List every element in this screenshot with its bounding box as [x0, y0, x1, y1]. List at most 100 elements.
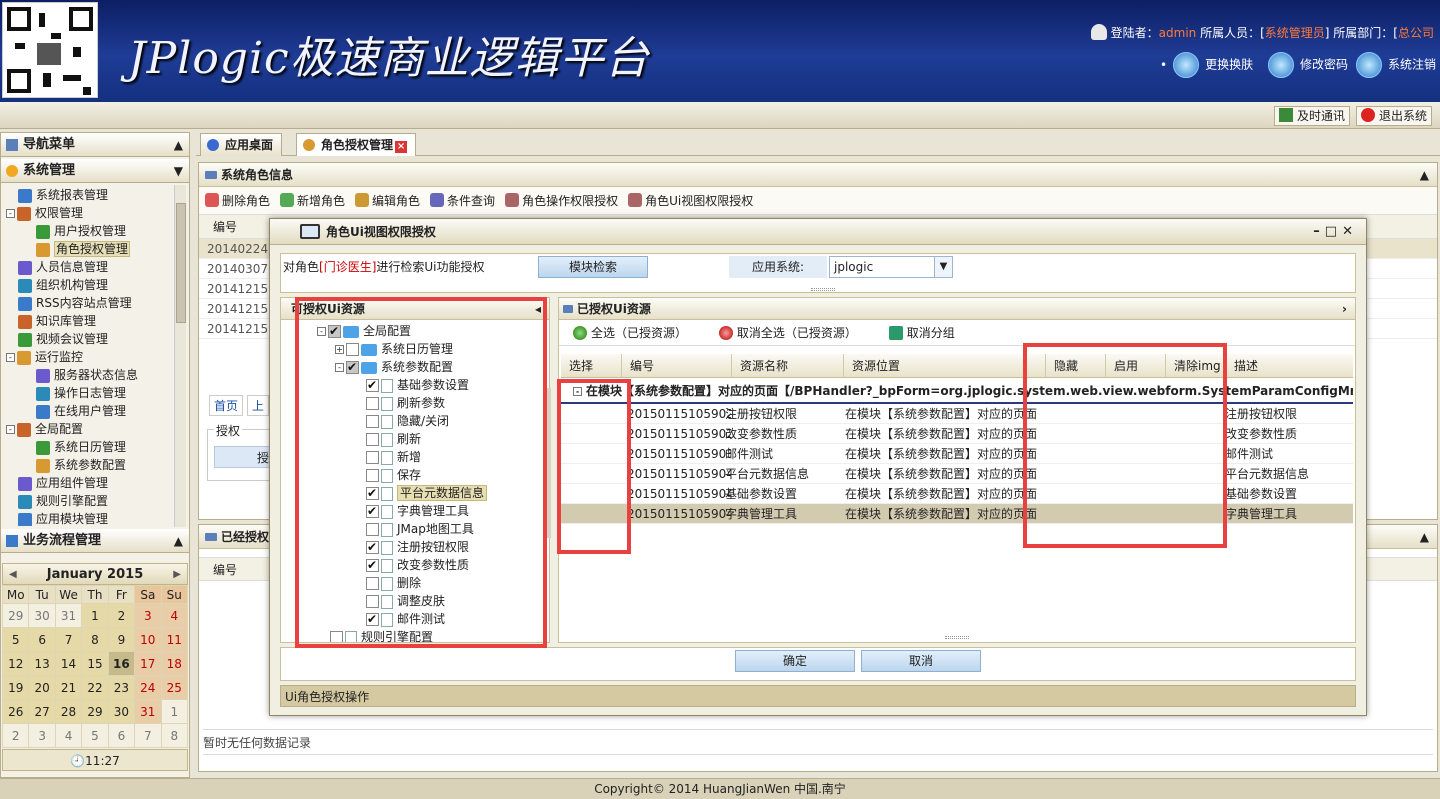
calendar-day[interactable]: 25	[160, 675, 189, 700]
sidebar-item[interactable]: 操作日志管理	[2, 384, 186, 402]
deselect-all-button[interactable]: 取消全选（已授资源）	[718, 320, 871, 346]
node-checkbox[interactable]	[366, 556, 379, 574]
system-select[interactable]: jplogic ▼	[829, 256, 953, 278]
ok-button[interactable]: 确定	[735, 650, 855, 672]
calendar-day[interactable]: 31	[54, 603, 83, 628]
available-tree-node[interactable]: 刷新参数	[283, 394, 533, 412]
calendar-day[interactable]: 20	[28, 675, 56, 700]
granted-grid-row[interactable]: 20150115105902 改变参数性质 在模块【系统参数配置】对应的页面 改变参数…	[561, 424, 1353, 444]
node-checkbox[interactable]	[346, 358, 359, 376]
sidebar-item[interactable]: 应用组件管理	[2, 474, 186, 492]
grid-col-header[interactable]: 选择	[561, 354, 593, 378]
available-tree-node[interactable]: 删除	[283, 574, 533, 592]
calendar-day[interactable]: 27	[28, 699, 56, 724]
calendar-day[interactable]: 24	[134, 675, 162, 700]
calendar-day[interactable]: 13	[28, 651, 56, 676]
grid-col-header[interactable]: 编号	[621, 354, 654, 378]
pager-first[interactable]: 首页	[209, 395, 244, 416]
calendar-day[interactable]: 7	[134, 723, 162, 748]
nav-menu-header[interactable]: 导航菜单 ▲	[1, 133, 189, 157]
available-tree-node[interactable]: 隐藏/关闭	[283, 412, 533, 430]
node-checkbox[interactable]	[366, 484, 379, 502]
available-scrollbar[interactable]	[543, 388, 551, 538]
node-checkbox[interactable]	[366, 415, 379, 428]
calendar-day[interactable]: 28	[54, 699, 83, 724]
calendar-day[interactable]: 10	[134, 627, 162, 652]
ungroup-button[interactable]: 取消分组	[888, 320, 969, 346]
edit-role-button[interactable]: 编辑角色	[355, 187, 420, 215]
calendar-day[interactable]: 12	[1, 651, 30, 676]
calendar-day[interactable]: 2	[1, 723, 30, 748]
available-tree-node[interactable]: + 系统日历管理	[283, 340, 533, 358]
sidebar-item[interactable]: 系统参数配置	[2, 456, 186, 474]
instant-message-button[interactable]: 及时通讯	[1274, 106, 1351, 126]
change-skin-button[interactable]: • 更换换肤	[1160, 52, 1253, 78]
sidebar-item[interactable]: 规则引擎配置	[2, 492, 186, 510]
next-month-icon[interactable]: ▶	[173, 564, 181, 586]
calendar-day[interactable]: 15	[81, 651, 109, 676]
minimize-icon[interactable]: –	[1313, 224, 1325, 239]
sidebar-item[interactable]: 应用模块管理	[2, 510, 186, 526]
available-tree-node[interactable]: 刷新	[283, 430, 533, 448]
calendar-day[interactable]: 29	[81, 699, 109, 724]
select-all-button[interactable]: 全选（已授资源）	[573, 320, 701, 346]
available-tree-node[interactable]: - 系统参数配置	[283, 358, 533, 376]
sidebar-item[interactable]: 知识库管理	[2, 312, 186, 330]
splitter-handle[interactable]	[945, 636, 969, 639]
node-checkbox[interactable]	[366, 610, 379, 628]
exit-system-button[interactable]: 退出系统	[1356, 106, 1433, 126]
tab-role-auth[interactable]: 角色授权管理 ×	[296, 133, 417, 156]
expand-toggle-icon[interactable]: -	[6, 209, 15, 218]
available-tree-node[interactable]: 邮件测试	[283, 610, 533, 628]
chevron-up-icon[interactable]: ▲	[1420, 525, 1429, 549]
calendar-day[interactable]: 3	[134, 603, 162, 628]
workflow-header[interactable]: 业务流程管理 ▲	[1, 529, 189, 553]
node-checkbox[interactable]	[346, 343, 359, 356]
role-op-auth-button[interactable]: 角色操作权限授权	[505, 187, 618, 215]
calendar-month-label[interactable]: January 2015	[47, 567, 143, 582]
available-tree-node[interactable]: 注册按钮权限	[283, 538, 533, 556]
sidebar-item[interactable]: 组织机构管理	[2, 276, 186, 294]
auth-button[interactable]: 授	[214, 446, 274, 468]
calendar-day[interactable]: 7	[54, 627, 83, 652]
sidebar-item[interactable]: 角色授权管理	[2, 240, 186, 258]
calendar-day[interactable]: 16	[107, 651, 136, 676]
sidebar-item[interactable]: 系统日历管理	[2, 438, 186, 456]
calendar-day[interactable]: 29	[1, 603, 30, 628]
sidebar-item[interactable]: 系统报表管理	[2, 186, 186, 204]
calendar-day[interactable]: 23	[107, 675, 136, 700]
calendar-day[interactable]: 18	[160, 651, 189, 676]
available-tree-node[interactable]: JMap地图工具	[283, 520, 533, 538]
collapse-icon[interactable]: -	[573, 387, 582, 396]
node-checkbox[interactable]	[366, 397, 379, 410]
calendar-day[interactable]: 30	[107, 699, 136, 724]
close-icon[interactable]: ✕	[1342, 224, 1358, 239]
grid-col-header[interactable]: 启用	[1105, 354, 1138, 378]
calendar-day[interactable]: 1	[81, 603, 109, 628]
calendar-day[interactable]: 31	[134, 699, 162, 724]
expand-toggle-icon[interactable]: -	[6, 353, 15, 362]
calendar-day[interactable]: 5	[1, 627, 30, 652]
sidebar-item[interactable]: - 运行监控	[2, 348, 186, 366]
node-checkbox[interactable]	[366, 577, 379, 590]
expand-toggle-icon[interactable]: +	[335, 345, 344, 354]
sidebar-item[interactable]: 服务器状态信息	[2, 366, 186, 384]
expand-toggle-icon[interactable]: -	[317, 327, 326, 336]
chevron-up-icon[interactable]: ▲	[174, 133, 183, 157]
query-button[interactable]: 条件查询	[430, 187, 495, 215]
chevron-right-icon[interactable]: ›	[1342, 298, 1347, 320]
calendar-day[interactable]: 8	[81, 627, 109, 652]
calendar-day[interactable]: 4	[160, 603, 189, 628]
sidebar-item[interactable]: 人员信息管理	[2, 258, 186, 276]
available-tree-node[interactable]: 基础参数设置	[283, 376, 533, 394]
calendar-day[interactable]: 6	[28, 627, 56, 652]
calendar-day[interactable]: 3	[28, 723, 56, 748]
chevron-down-icon[interactable]: ▼	[174, 159, 183, 183]
node-checkbox[interactable]	[366, 502, 379, 520]
available-tree-node[interactable]: - 全局配置	[283, 322, 533, 340]
prev-month-icon[interactable]: ◀	[9, 564, 17, 586]
node-checkbox[interactable]	[366, 595, 379, 608]
module-search-button[interactable]: 模块检索	[538, 256, 648, 278]
calendar-day[interactable]: 11	[160, 627, 189, 652]
calendar-day[interactable]: 21	[54, 675, 83, 700]
